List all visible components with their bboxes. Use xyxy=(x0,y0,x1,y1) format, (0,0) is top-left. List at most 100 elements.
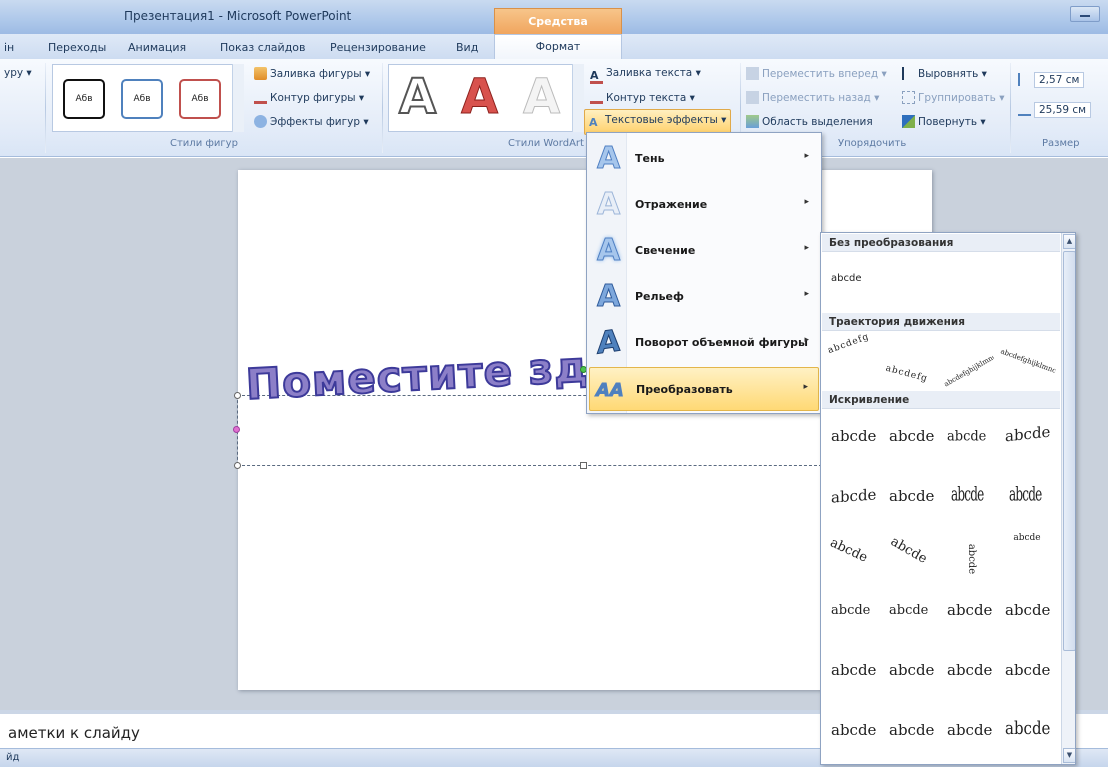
arrange-group-label: Упорядочить xyxy=(838,138,907,149)
warp-option[interactable]: abcde xyxy=(951,539,991,579)
scroll-thumb[interactable] xyxy=(1063,251,1075,651)
shape-style-blue[interactable]: Абв xyxy=(121,79,163,119)
group-label: Группировать ▾ xyxy=(918,92,1005,104)
warp-option[interactable]: abcde xyxy=(1007,533,1047,544)
menu-item-transform[interactable]: AA Преобразовать ▸ xyxy=(589,367,819,411)
warp-option[interactable]: abcde xyxy=(1005,423,1050,446)
shape-fill-label: Заливка фигуры ▾ xyxy=(270,68,371,80)
text-fill-icon: A xyxy=(590,70,603,84)
warp-option[interactable]: abcde xyxy=(828,535,870,565)
warp-option[interactable]: abcde xyxy=(947,428,986,445)
wordart-group-label: Стили WordArt xyxy=(508,138,584,149)
shape-style-red[interactable]: Абв xyxy=(179,79,221,119)
ribbon-tabs: ін Переходы Анимация Показ слайдов Рецен… xyxy=(0,34,1108,60)
menu-item-glow[interactable]: A Свечение ▸ xyxy=(589,229,819,273)
submenu-arrow-icon: ▸ xyxy=(804,243,809,253)
menu-item-reflection[interactable]: A Отражение ▸ xyxy=(589,183,819,227)
warp-option[interactable]: abcde xyxy=(1009,482,1042,505)
gallery-scrollbar[interactable]: ▲ ▼ xyxy=(1061,233,1075,764)
menu-item-label: Тень xyxy=(635,152,665,165)
warp-option[interactable]: abcde xyxy=(947,601,992,619)
warp-option[interactable]: abcde xyxy=(831,427,876,445)
reflection-icon: A xyxy=(596,187,621,223)
menu-item-label: Отражение xyxy=(635,198,708,211)
warp-option[interactable]: abcde xyxy=(889,487,934,505)
shadow-icon: A xyxy=(596,141,621,177)
minimize-button[interactable] xyxy=(1070,6,1100,22)
slide-indicator: йд xyxy=(6,752,20,763)
shape-gallery-scroll[interactable] xyxy=(232,64,244,132)
path-button[interactable]: abcdefghijklmnop xyxy=(991,325,1065,397)
resize-handle[interactable] xyxy=(234,462,241,469)
warp-option[interactable]: abcde xyxy=(1005,601,1050,619)
tab-design[interactable]: ін xyxy=(4,41,14,54)
rotate-button[interactable]: Повернуть ▾ xyxy=(902,115,986,128)
shape-width-field[interactable]: 25,59 см xyxy=(1018,102,1092,118)
shape-fill-button[interactable]: Заливка фигуры ▾ xyxy=(254,67,370,80)
wordart-style-outline[interactable]: A xyxy=(398,68,437,126)
align-button[interactable]: Выровнять ▾ xyxy=(902,67,987,80)
tab-transitions[interactable]: Переходы xyxy=(48,41,106,54)
no-transform-option[interactable]: abcde xyxy=(831,273,861,284)
shape-effects-button[interactable]: Эффекты фигур ▾ xyxy=(254,115,369,128)
submenu-arrow-icon: ▸ xyxy=(804,197,809,207)
selection-pane-button[interactable]: Область выделения xyxy=(746,115,873,128)
align-label: Выровнять ▾ xyxy=(918,68,987,80)
warp-option[interactable]: abcde xyxy=(951,482,984,505)
wordart-gallery-scroll[interactable] xyxy=(572,64,584,132)
align-icon xyxy=(902,67,915,80)
warp-option[interactable]: abcde xyxy=(831,661,876,679)
wordart-style-light[interactable]: A xyxy=(522,69,560,126)
tab-format[interactable]: Формат xyxy=(494,34,622,60)
window-title: Презентация1 - Microsoft PowerPoint xyxy=(124,9,352,23)
paint-bucket-icon xyxy=(254,67,267,80)
shape-style-black[interactable]: Абв xyxy=(63,79,105,119)
wordart-style-red[interactable]: A xyxy=(460,69,498,126)
send-backward-button[interactable]: Переместить назад ▾ xyxy=(746,91,879,104)
tab-review[interactable]: Рецензирование xyxy=(330,41,426,54)
submenu-arrow-icon: ▸ xyxy=(804,335,809,345)
resize-handle[interactable] xyxy=(580,462,587,469)
tab-slide-show[interactable]: Показ слайдов xyxy=(220,41,306,54)
resize-handle[interactable] xyxy=(234,392,241,399)
warp-adjust-handle[interactable] xyxy=(233,426,240,433)
text-outline-button[interactable]: Контур текста ▾ xyxy=(590,91,695,104)
warp-option[interactable]: abcde xyxy=(889,603,928,618)
transform-icon: AA xyxy=(596,380,625,402)
warp-option[interactable]: abcde xyxy=(831,603,870,618)
warp-option[interactable]: abcde xyxy=(947,721,992,739)
warp-option[interactable]: abcde xyxy=(889,427,934,445)
warp-option[interactable]: abcde xyxy=(889,661,934,679)
group-separator xyxy=(382,63,383,153)
text-effects-icon: A xyxy=(589,116,598,129)
warp-option[interactable]: abcde xyxy=(947,661,992,679)
warp-option[interactable]: abcde xyxy=(1005,718,1050,739)
shape-styles-gallery: Абв Абв Абв xyxy=(52,64,242,132)
insert-shape-cut[interactable]: уру ▾ xyxy=(4,67,32,79)
rotate-label: Повернуть ▾ xyxy=(918,116,986,128)
size-group-label: Размер xyxy=(1042,138,1080,149)
menu-item-3d-rotation[interactable]: A Поворот объемной фигуры ▸ xyxy=(589,321,819,365)
scroll-down-icon[interactable]: ▼ xyxy=(1063,748,1075,763)
group-button[interactable]: Группировать ▾ xyxy=(902,91,1004,104)
text-fill-button[interactable]: A Заливка текста ▾ xyxy=(590,67,701,84)
menu-item-shadow[interactable]: A Тень ▸ xyxy=(589,137,819,181)
warp-option[interactable]: abcde xyxy=(831,485,876,506)
shape-effects-label: Эффекты фигур ▾ xyxy=(270,116,369,128)
text-outline-label: Контур текста ▾ xyxy=(606,92,695,104)
shape-height-field[interactable]: 2,57 см xyxy=(1018,72,1085,88)
tab-view[interactable]: Вид xyxy=(456,41,478,54)
scroll-up-icon[interactable]: ▲ xyxy=(1063,234,1075,249)
warp-option[interactable]: abcde xyxy=(888,534,930,567)
path-arch-up[interactable]: abcdefg xyxy=(827,332,871,356)
shape-outline-button[interactable]: Контур фигуры ▾ xyxy=(254,91,364,104)
menu-item-bevel[interactable]: A Рельеф ▸ xyxy=(589,275,819,319)
group-separator xyxy=(1010,63,1011,153)
send-backward-label: Переместить назад ▾ xyxy=(762,92,880,104)
warp-option[interactable]: abcde xyxy=(1005,661,1050,679)
bring-forward-button[interactable]: Переместить вперед ▾ xyxy=(746,67,887,80)
warp-option[interactable]: abcde xyxy=(889,721,934,739)
path-arch-down[interactable]: abcdefg xyxy=(884,364,928,385)
warp-option[interactable]: abcde xyxy=(831,721,876,739)
tab-animations[interactable]: Анимация xyxy=(128,41,186,54)
